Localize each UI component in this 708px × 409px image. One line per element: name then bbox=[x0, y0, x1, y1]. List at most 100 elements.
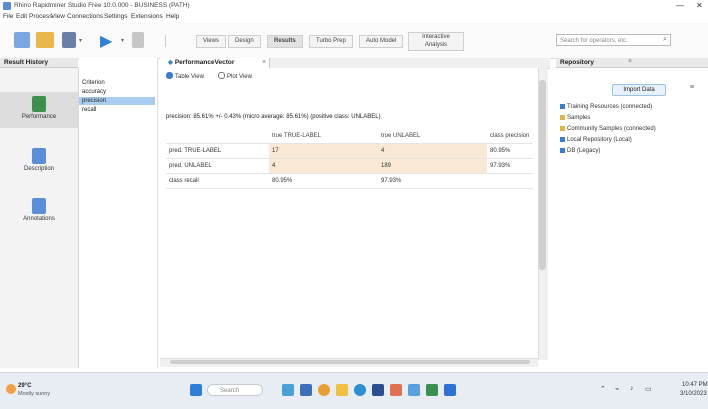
toolbar-divider bbox=[165, 35, 166, 47]
volume-icon[interactable]: ♪ bbox=[630, 385, 634, 392]
window-title: Rhino Rapidminer Studio Free 10.0.000 - … bbox=[14, 2, 190, 9]
list-item: Criterion bbox=[82, 80, 105, 86]
battery-icon[interactable]: ▭ bbox=[645, 385, 652, 393]
list-item[interactable]: recall bbox=[79, 106, 155, 114]
menu-settings[interactable]: Settings bbox=[104, 13, 128, 20]
table-row: pred. TRUE-LABEL 17 4 80.95% bbox=[166, 143, 533, 159]
taskbar-search-input[interactable]: Search bbox=[207, 384, 263, 396]
edge-icon[interactable] bbox=[354, 384, 366, 396]
list-item[interactable]: precision bbox=[79, 97, 155, 105]
tab-performance-vector[interactable]: ◈ PerformanceVector (Performance) bbox=[160, 58, 270, 76]
row-label: class recall bbox=[166, 173, 269, 189]
header-cell: class precision bbox=[487, 129, 533, 144]
clock-time[interactable]: 10:47 PM bbox=[682, 382, 708, 388]
menu-view[interactable]: View bbox=[51, 13, 65, 20]
search-icon[interactable]: ⌕ bbox=[663, 36, 667, 44]
performance-summary: precision: 85.61% +/- 0.43% (micro avera… bbox=[166, 114, 381, 120]
minimize-button[interactable]: — bbox=[676, 1, 684, 10]
rapidminer-taskbar-icon[interactable] bbox=[390, 384, 402, 396]
table-cell bbox=[487, 173, 533, 189]
result-tab-icon: ◈ bbox=[168, 59, 175, 66]
repo-item-samples[interactable]: Samples bbox=[560, 115, 590, 121]
table-cell: 4 bbox=[378, 143, 487, 159]
table-cell: 97.93% bbox=[378, 173, 487, 189]
view-results[interactable]: Results bbox=[267, 35, 303, 48]
table-cell: 17 bbox=[269, 143, 378, 159]
nav-performance[interactable]: Performance bbox=[0, 92, 78, 128]
widgets-icon[interactable] bbox=[300, 384, 312, 396]
confusion-matrix: true TRUE-LABEL true UNLABEL class preci… bbox=[166, 129, 533, 189]
table-row: class recall 80.95% 97.93% bbox=[166, 173, 533, 189]
menu-extensions[interactable]: Extensions bbox=[131, 13, 163, 20]
plot-view-radio[interactable]: Plot View bbox=[218, 72, 252, 80]
file-explorer-icon[interactable] bbox=[336, 384, 348, 396]
repository-menu-icon[interactable]: ≡ bbox=[690, 84, 694, 91]
menu-file[interactable]: File bbox=[3, 13, 13, 20]
performance-icon bbox=[32, 96, 46, 112]
plot-view-label: Plot View bbox=[227, 74, 252, 80]
run-dropdown-icon[interactable]: ▾ bbox=[121, 37, 124, 44]
save-dropdown-icon[interactable]: ▾ bbox=[79, 37, 82, 44]
repository-icon bbox=[560, 137, 565, 142]
header-cell: true TRUE-LABEL bbox=[269, 129, 378, 144]
menu-bar: File Edit Process View Connections Setti… bbox=[0, 12, 708, 22]
nav-annotations[interactable]: Annotations bbox=[0, 198, 78, 222]
annotations-icon bbox=[32, 198, 46, 214]
task-view-icon[interactable] bbox=[282, 384, 294, 396]
network-icon[interactable]: ⌁ bbox=[615, 385, 619, 393]
table-view-label: Table View bbox=[175, 74, 204, 80]
view-auto-model[interactable]: Auto Model bbox=[359, 35, 404, 48]
horizontal-scroll-thumb[interactable] bbox=[170, 360, 530, 364]
app-taskbar-icon-3[interactable] bbox=[444, 384, 456, 396]
close-button[interactable]: ✕ bbox=[696, 1, 703, 10]
stop-icon[interactable] bbox=[132, 32, 144, 48]
menu-edit[interactable]: Edit bbox=[16, 13, 27, 20]
folder-icon bbox=[560, 126, 565, 131]
save-icon[interactable] bbox=[62, 32, 76, 48]
repository-icon bbox=[560, 104, 565, 109]
view-design[interactable]: Design bbox=[228, 35, 261, 48]
tray-chevron-icon[interactable]: ⌃ bbox=[600, 385, 606, 393]
app-taskbar-icon[interactable] bbox=[408, 384, 420, 396]
row-label: pred. TRUE-LABEL bbox=[166, 143, 269, 159]
repo-item-training-resources[interactable]: Training Resources (connected) bbox=[560, 104, 652, 110]
table-row: pred. UNLABEL 4 189 97.93% bbox=[166, 158, 533, 174]
row-label: pred. UNLABEL bbox=[166, 158, 269, 174]
tab-close-icon[interactable]: × bbox=[262, 59, 266, 66]
chrome-icon[interactable] bbox=[318, 384, 330, 396]
result-history-header: Result History bbox=[0, 58, 78, 68]
repo-item-label: Community Samples (connected) bbox=[567, 126, 656, 132]
menu-process[interactable]: Process bbox=[29, 13, 52, 20]
clock-date[interactable]: 3/10/2023 bbox=[680, 391, 707, 397]
store-icon[interactable] bbox=[372, 384, 384, 396]
table-view-radio[interactable]: Table View bbox=[166, 72, 204, 80]
folder-icon bbox=[560, 115, 565, 120]
new-process-icon[interactable] bbox=[14, 32, 30, 48]
view-views[interactable]: Views bbox=[196, 35, 226, 48]
vertical-scroll-thumb[interactable] bbox=[539, 80, 546, 270]
app-taskbar-icon-2[interactable] bbox=[426, 384, 438, 396]
open-folder-icon[interactable] bbox=[36, 32, 54, 48]
import-data-button[interactable]: Import Data bbox=[612, 84, 666, 96]
app-icon bbox=[3, 2, 11, 10]
table-cell: 4 bbox=[269, 158, 378, 174]
nav-annotations-label: Annotations bbox=[23, 216, 55, 222]
nav-description[interactable]: Description bbox=[0, 148, 78, 172]
table-cell: 80.95% bbox=[269, 173, 378, 189]
operator-search-input[interactable]: Search for operators, etc. bbox=[556, 34, 671, 46]
radio-dot-icon bbox=[218, 72, 225, 79]
start-icon[interactable] bbox=[190, 384, 202, 396]
weather-icon[interactable] bbox=[6, 384, 16, 394]
view-turbo-prep[interactable]: Turbo Prep bbox=[309, 35, 353, 48]
result-nav: Performance Description Annotations bbox=[0, 68, 79, 368]
menu-help[interactable]: Help bbox=[166, 13, 179, 20]
repo-item-label: DB (Legacy) bbox=[567, 148, 601, 154]
repository-close-icon[interactable]: × bbox=[628, 58, 632, 65]
list-item[interactable]: accuracy bbox=[79, 88, 155, 96]
menu-connections[interactable]: Connections bbox=[67, 13, 103, 20]
repo-item-local-repository[interactable]: Local Repository (Local) bbox=[560, 137, 632, 143]
repo-item-db[interactable]: DB (Legacy) bbox=[560, 148, 600, 154]
view-interactive-analysis[interactable]: Interactive Analysis bbox=[408, 32, 464, 51]
repo-item-community-samples[interactable]: Community Samples (connected) bbox=[560, 126, 656, 132]
run-icon[interactable]: ▶ bbox=[100, 31, 112, 51]
